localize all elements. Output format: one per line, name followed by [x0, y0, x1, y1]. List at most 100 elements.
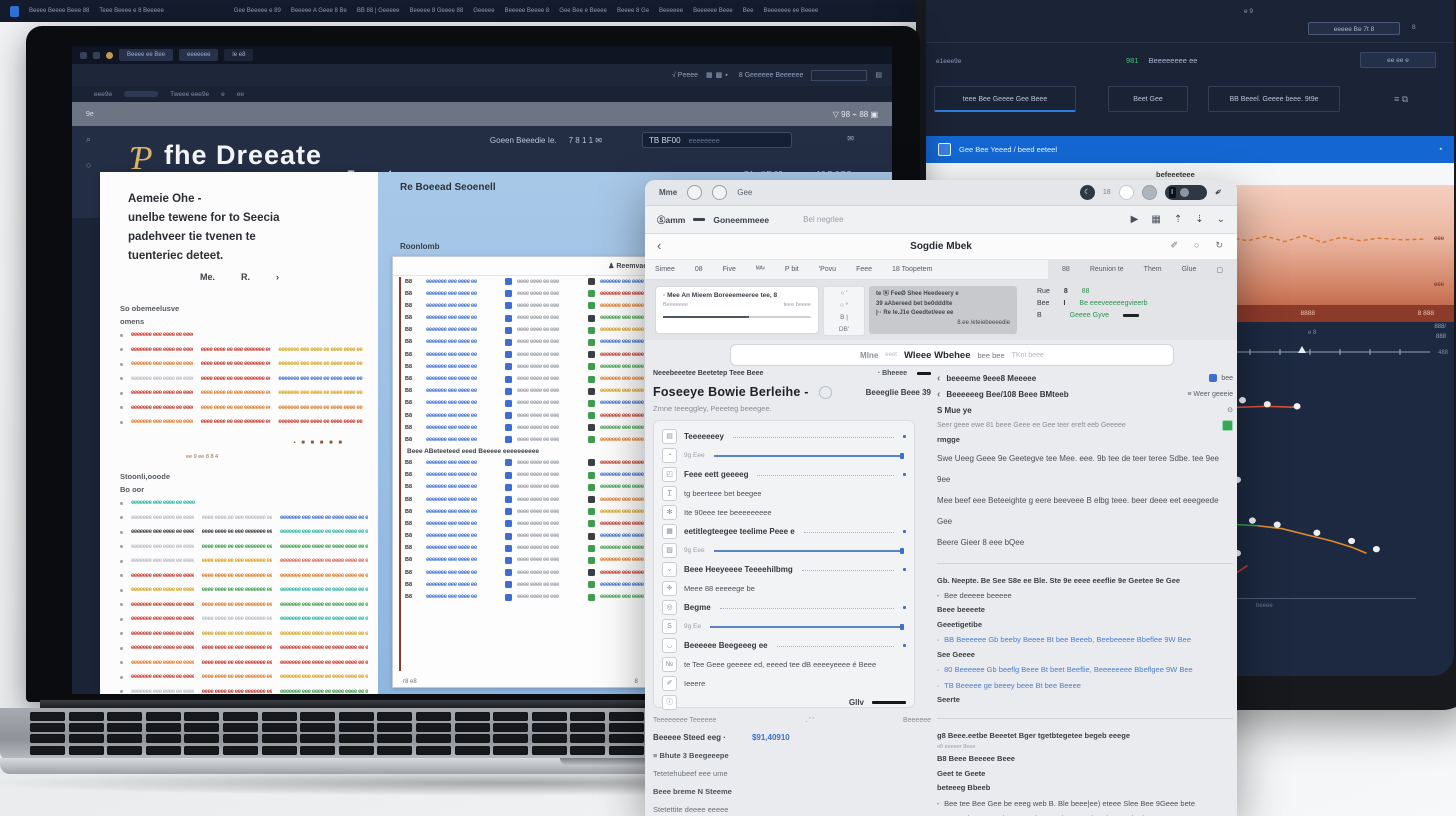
keyboard-key[interactable]	[532, 734, 567, 743]
toolbar-goneemmeee-label[interactable]: Goneemmeee	[713, 215, 769, 225]
tab-item-dark[interactable]: Them	[1134, 266, 1172, 273]
keyboard-key[interactable]	[609, 712, 644, 721]
form-row[interactable]: ▦eetitlegteegee teelime Peee e	[662, 522, 906, 541]
strip-icon[interactable]: DB'	[839, 326, 849, 333]
refresh-icon[interactable]: ↻	[1215, 240, 1223, 251]
keyboard-key[interactable]	[107, 746, 142, 755]
tablet-tab-3[interactable]: BB Beeel. Geeee beee. 9t9e	[1208, 86, 1340, 112]
window-dot-icon[interactable]	[80, 52, 87, 59]
menubar-item[interactable]: Beeeeee	[659, 8, 683, 14]
keyboard-key[interactable]	[493, 723, 528, 732]
keyboard-key[interactable]	[184, 712, 219, 721]
form-row[interactable]: ⌄Beee Heeyeeee Teeeehilbmg	[662, 560, 906, 579]
slider-track[interactable]	[714, 550, 904, 552]
browser-tab-2[interactable]: eeeeeee	[179, 49, 218, 61]
menubar-item[interactable]: Beeeee Beeee 8	[505, 8, 550, 14]
tab-item[interactable]: Simee	[645, 266, 685, 273]
keyboard-key[interactable]	[69, 723, 104, 732]
menubar-item[interactable]: Beeeee 8 Geeee 88	[409, 8, 463, 14]
play-icon[interactable]: ▶	[1131, 214, 1139, 225]
subrow-b[interactable]: Tweee eee9e	[170, 91, 209, 98]
form-title-right-link[interactable]: Beeeglie Beee 39	[866, 388, 931, 397]
keyboard-key[interactable]	[30, 712, 65, 721]
keyboard-key[interactable]	[69, 746, 104, 755]
keyboard-key[interactable]	[262, 746, 297, 755]
keyboard-key[interactable]	[262, 734, 297, 743]
keyboard-key[interactable]	[107, 712, 142, 721]
keyboard-key[interactable]	[146, 723, 181, 732]
keyboard-key[interactable]	[416, 712, 451, 721]
keyboard-key[interactable]	[493, 712, 528, 721]
keyboard-key[interactable]	[570, 723, 605, 732]
search-icon[interactable]: ⌕	[86, 134, 91, 145]
keyboard-key[interactable]	[262, 723, 297, 732]
keyboard-key[interactable]	[493, 746, 528, 755]
keyboard-key[interactable]	[184, 746, 219, 755]
titlebar-white-circle[interactable]	[1119, 185, 1134, 200]
keyboard-key[interactable]	[30, 746, 65, 755]
form-row[interactable]: ◔9g Eee	[662, 446, 906, 465]
right-link[interactable]: ◦80 Beeeeee Gb beeflg Beee Bt beet Beefl…	[937, 662, 1233, 678]
keyboard-key[interactable]	[377, 734, 412, 743]
header-meta-numbers[interactable]: 7 8 1 1 ✉	[569, 136, 602, 145]
menubar-item[interactable]: Beeeee A Geee 8 Be	[291, 8, 347, 14]
keyboard-key[interactable]	[223, 746, 258, 755]
tab-item-dark[interactable]: ▢	[1206, 266, 1233, 274]
keyboard-key[interactable]	[416, 723, 451, 732]
foot-row-5[interactable]: Beee breme N Steeme	[653, 787, 931, 796]
keyboard-key[interactable]	[455, 734, 490, 743]
form-row[interactable]: ▨9g Eee	[662, 541, 906, 560]
keyboard-key[interactable]	[69, 712, 104, 721]
tab-item-dark[interactable]: Glue	[1172, 266, 1207, 273]
laptop-menu-right[interactable]: √ Peeee ▦▩▪ 8 Geeeeee Beeeeee ▤	[672, 64, 882, 86]
arrow-down-icon[interactable]: ⇣	[1195, 214, 1203, 225]
grid-icon[interactable]: ▦	[1151, 214, 1160, 225]
tab-item-dark[interactable]: 88	[1052, 266, 1080, 273]
titlebar-gray-circle[interactable]	[1142, 185, 1157, 200]
strip-icon[interactable]: B |	[840, 314, 848, 321]
window-titlebar[interactable]: Mme Gee ☾ 18 I ✒	[645, 180, 1237, 206]
strip-icon[interactable]: ○ °	[840, 302, 848, 309]
keyboard-key[interactable]	[339, 734, 374, 743]
toolbar-samm-label[interactable]: Ⓢamm	[657, 214, 685, 226]
menubar-item[interactable]: Bee	[743, 8, 754, 14]
menubar-item[interactable]: Beeeeeee ee Beeee	[763, 8, 818, 14]
titlebar-toggle-pill[interactable]: I	[1165, 185, 1207, 200]
keyboard-key[interactable]	[69, 734, 104, 743]
keyboard-key[interactable]	[262, 712, 297, 721]
tablet-tab-icons[interactable]: ≡ ⧉	[1394, 94, 1408, 105]
green-square-icon[interactable]	[1222, 420, 1233, 431]
form-row[interactable]: ◰Feee eett geeeeg	[662, 465, 906, 484]
window-search-pill[interactable]: Mlne eeet Wleee Wbehee bee bee TKnt beee	[730, 344, 1174, 366]
keyboard-key[interactable]	[300, 734, 335, 743]
tab-item[interactable]: ᴹᴬᵛ	[746, 266, 775, 273]
right-header-row[interactable]: ‹Beeeeeeg Bee/108 Beee BMteeb≡ Weer geee…	[937, 386, 1233, 402]
foot-total-amount[interactable]: $91,40910	[752, 733, 790, 742]
tab-item-dark[interactable]: Reunion te	[1080, 266, 1134, 273]
circle-icon[interactable]: ○	[1194, 240, 1199, 251]
icon-strip[interactable]: ○ ' ○ ° B | DB'	[823, 286, 865, 336]
left-panel-nav-item[interactable]: R.	[241, 272, 250, 282]
menubar-item[interactable]: Beeee 8 Ge	[617, 8, 649, 14]
keyboard-key[interactable]	[377, 746, 412, 755]
form-row[interactable]: ▤Teeeeeeey	[662, 427, 906, 446]
left-panel-nav[interactable]: Me. R. ›	[200, 272, 279, 282]
pencil-icon[interactable]: ✐	[1170, 240, 1178, 251]
keyboard-key[interactable]	[493, 734, 528, 743]
menubar-item[interactable]: Teee Beeee e 8 Beeeee	[99, 8, 163, 14]
menubar-app-icon[interactable]	[10, 6, 19, 17]
keyboard-key[interactable]	[377, 712, 412, 721]
form-row[interactable]: ◡Beeeeee Beegeeeg ee	[662, 636, 906, 655]
tablet-status-button[interactable]: ee ee e	[1360, 52, 1436, 68]
strip-icon[interactable]: ○ '	[841, 290, 848, 297]
pen-icon[interactable]: ✒	[1212, 186, 1225, 200]
right-header-action[interactable]: bee	[1209, 374, 1233, 382]
left-panel-nav-item[interactable]: Me.	[200, 272, 215, 282]
keyboard-key[interactable]	[107, 723, 142, 732]
form-header-dash[interactable]	[917, 372, 931, 375]
right-link[interactable]: ◦TB Beeeee ge beeey beee Bt bee Beeee	[937, 678, 1233, 694]
left-panel-nav-item[interactable]: ›	[276, 272, 279, 282]
slider-track[interactable]	[710, 626, 904, 628]
keyboard-key[interactable]	[416, 746, 451, 755]
browser-tab-3[interactable]: le e8	[224, 49, 253, 61]
